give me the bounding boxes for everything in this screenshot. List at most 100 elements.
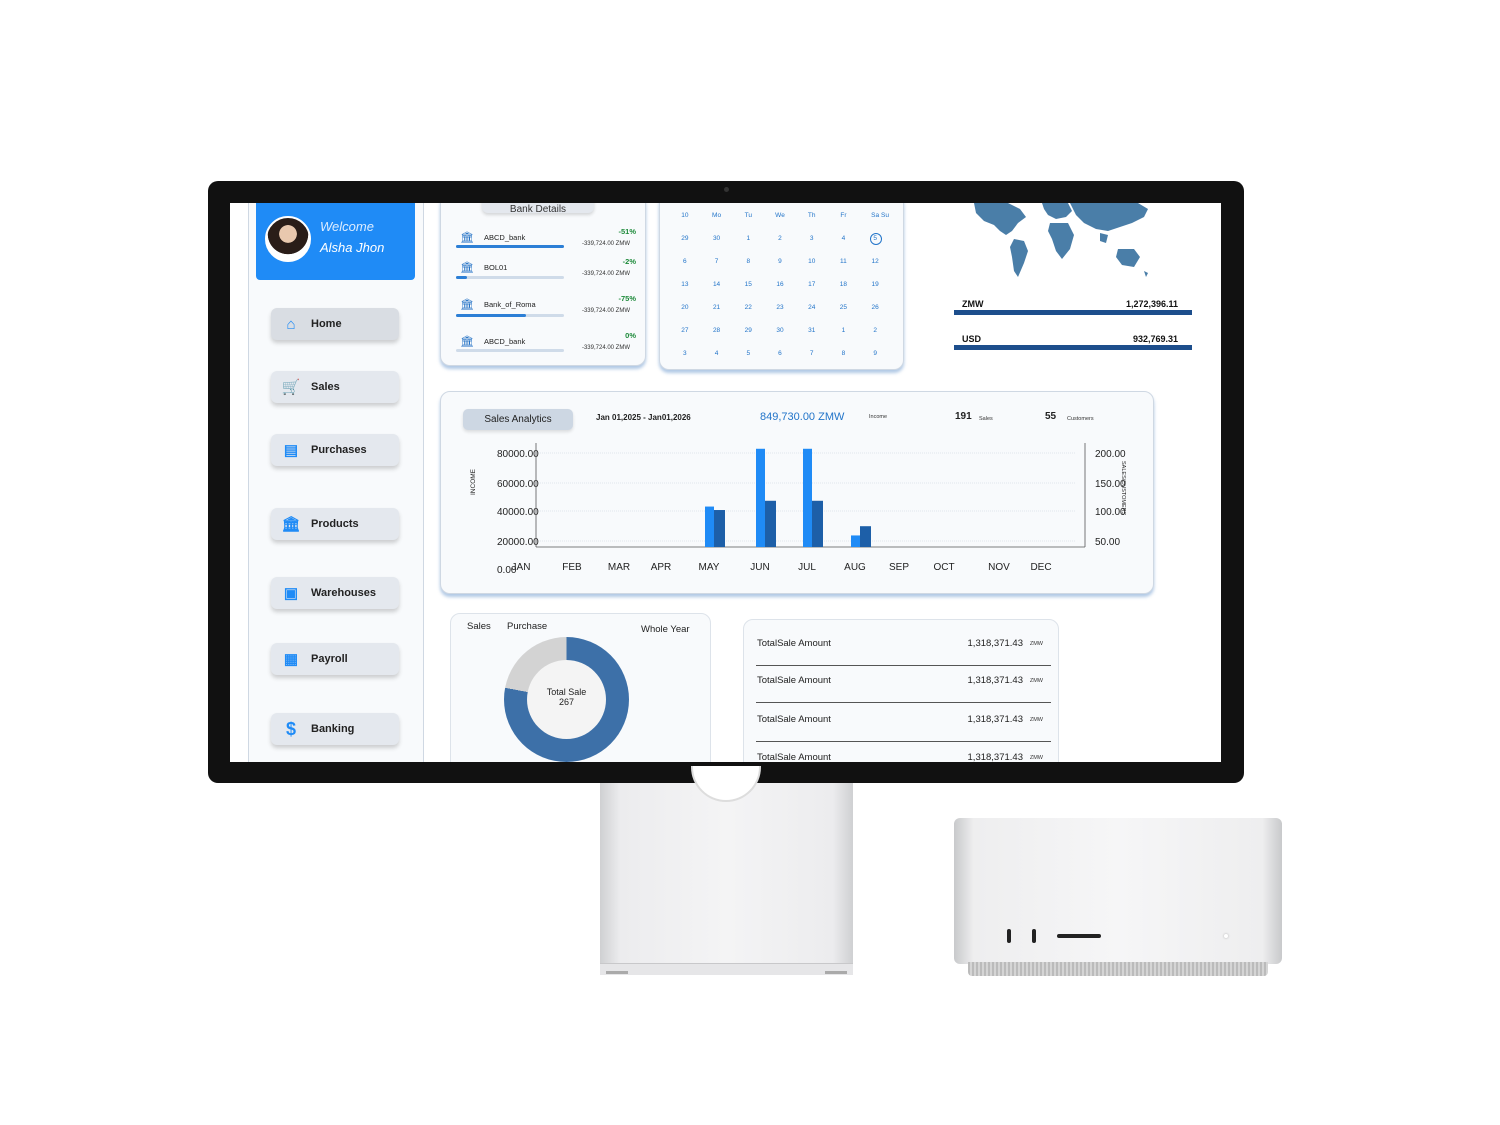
calendar-day[interactable]: 26 <box>859 296 891 319</box>
calendar-day[interactable]: 9 <box>764 250 796 273</box>
calendar-day[interactable]: 24 <box>796 296 828 319</box>
calendar-day[interactable]: 14 <box>701 273 733 296</box>
period-select[interactable]: Whole Year <box>641 624 690 635</box>
bank-details-tab[interactable]: Bank Details <box>482 203 594 213</box>
calendar-day[interactable]: 12 <box>859 250 891 273</box>
bank-name: ABCD_bank <box>484 337 526 346</box>
legend-sales[interactable]: Sales <box>467 621 491 632</box>
calendar-day[interactable]: 7 <box>796 342 828 365</box>
calendar-day[interactable]: 4 <box>701 342 733 365</box>
bank-amount: -339,724.00 ZMW <box>581 308 630 314</box>
calendar-grid: 10 Mo Tu We Th Fr Sa Su 29 30 1 2 3 4 5 6 7 8 9 10 11 12 13 14 1… <box>669 209 891 365</box>
calendar-header: Th <box>807 212 816 219</box>
sidebar-item-payroll[interactable]: ▦ Payroll <box>271 643 399 675</box>
sidebar-item-label: Banking <box>311 723 355 735</box>
sidebar-item-purchases[interactable]: ▤ Purchases <box>271 434 399 466</box>
calendar-day[interactable]: 9 <box>859 342 891 365</box>
avatar[interactable] <box>265 216 311 262</box>
calendar-day[interactable]: 13 <box>669 273 701 296</box>
briefcase-icon: ▣ <box>283 585 299 602</box>
calendar-day[interactable]: 11 <box>828 250 860 273</box>
usb-port <box>1007 929 1011 943</box>
calendar-day[interactable]: 1 <box>732 227 764 250</box>
income-value: 849,730.00 ZMW <box>760 411 845 423</box>
x-tick-label: JUN <box>750 562 769 573</box>
sales-analytics-chart: 80000.0060000.0040000.0020000.000.00200.… <box>470 443 1126 576</box>
legend-purchase[interactable]: Purchase <box>507 621 547 632</box>
calendar-day[interactable]: 8 <box>828 342 860 365</box>
calendar-day[interactable]: 2 <box>764 227 796 250</box>
monitor-stand <box>600 783 853 967</box>
calendar-day[interactable]: 25 <box>828 296 860 319</box>
user-name: Alsha Jhon <box>320 240 385 255</box>
x-tick-label: NOV <box>988 562 1010 573</box>
welcome-card: Welcome Alsha Jhon <box>256 203 415 280</box>
currency-row-usd: USD 932,769.31 <box>954 334 1192 350</box>
calendar-day[interactable]: 8 <box>732 250 764 273</box>
calendar-day[interactable]: 3 <box>796 227 828 250</box>
calendar-header: Fr <box>840 212 847 219</box>
sidebar-item-warehouses[interactable]: ▣ Warehouses <box>271 577 399 609</box>
bank-progress-fill <box>456 314 527 317</box>
list-item: TotalSale Amount 1,318,371.43 ZMW <box>756 705 1051 742</box>
calendar-day[interactable]: 29 <box>732 319 764 342</box>
sales-analytics-tab[interactable]: Sales Analytics <box>463 409 573 430</box>
calendar-day[interactable]: 16 <box>764 273 796 296</box>
calendar-day[interactable]: 5 <box>732 342 764 365</box>
bank-icon: 🏛 <box>460 232 474 244</box>
x-tick-label: JAN <box>512 562 531 573</box>
sidebar <box>248 203 424 762</box>
date-range[interactable]: Jan 01,2025 - Jan01,2026 <box>596 413 691 422</box>
currency-label: ZMW <box>962 299 984 309</box>
y2-tick-label: 50.00 <box>1095 537 1120 548</box>
world-map <box>974 203 1148 277</box>
calendar-day[interactable]: 18 <box>828 273 860 296</box>
x-tick-label: MAY <box>699 562 720 573</box>
total-value: 1,318,371.43 <box>967 714 1023 725</box>
x-tick-label: FEB <box>562 562 582 573</box>
bar-sales <box>812 500 823 547</box>
bank-row[interactable]: 🏛 ABCD_bank 0% -339,724.00 ZMW <box>456 331 636 367</box>
sidebar-item-home[interactable]: ⌂ Home <box>271 308 399 340</box>
calendar-day[interactable]: 10 <box>796 250 828 273</box>
calendar-day[interactable]: 6 <box>764 342 796 365</box>
calendar-day[interactable]: 4 <box>828 227 860 250</box>
list-item: TotalSale Amount 1,318,371.43 ZMW <box>756 666 1051 703</box>
calendar-day[interactable]: 1 <box>828 319 860 342</box>
sidebar-item-products[interactable]: 🏛 Products <box>271 508 399 540</box>
calendar-day[interactable]: 23 <box>764 296 796 319</box>
calendar-day[interactable]: 30 <box>764 319 796 342</box>
calendar-day[interactable]: 3 <box>669 342 701 365</box>
calendar-day[interactable]: 22 <box>732 296 764 319</box>
desktop-vent <box>968 962 1268 976</box>
calendar-day[interactable]: 31 <box>796 319 828 342</box>
bank-name: BOL01 <box>484 263 508 272</box>
calendar-day[interactable]: 2 <box>859 319 891 342</box>
calendar-day[interactable]: 15 <box>732 273 764 296</box>
x-tick-label: SEP <box>889 562 909 573</box>
calendar-day[interactable]: 7 <box>701 250 733 273</box>
total-label: TotalSale Amount <box>757 675 831 686</box>
sidebar-item-sales[interactable]: 🛒 Sales <box>271 371 399 403</box>
calendar-header: We <box>775 212 785 219</box>
calendar-day[interactable]: 28 <box>701 319 733 342</box>
cart-icon: 🛒 <box>281 379 301 396</box>
calendar-day[interactable]: 5 <box>859 227 891 250</box>
sidebar-item-banking[interactable]: $ Banking <box>271 713 399 745</box>
bank-row[interactable]: 🏛 ABCD_bank -51% -339,724.00 ZMW <box>456 227 636 263</box>
dollar-icon: $ <box>285 718 296 739</box>
sidebar-item-label: Products <box>311 518 359 530</box>
bank-row[interactable]: 🏛 BOL01 -2% -339,724.00 ZMW <box>456 257 636 293</box>
calendar-day[interactable]: 27 <box>669 319 701 342</box>
currency-label: USD <box>962 334 982 344</box>
calendar-day[interactable]: 20 <box>669 296 701 319</box>
calendar-day[interactable]: 6 <box>669 250 701 273</box>
calendar-day[interactable]: 17 <box>796 273 828 296</box>
calendar-day[interactable]: 30 <box>701 227 733 250</box>
calendar-day[interactable]: 21 <box>701 296 733 319</box>
bank-row[interactable]: 🏛 Bank_of_Roma -75% -339,724.00 ZMW <box>456 294 636 330</box>
bank-progress <box>456 349 564 352</box>
calendar-day[interactable]: 19 <box>859 273 891 296</box>
calendar-day[interactable]: 29 <box>669 227 701 250</box>
y-tick-label: 60000.00 <box>497 479 539 490</box>
